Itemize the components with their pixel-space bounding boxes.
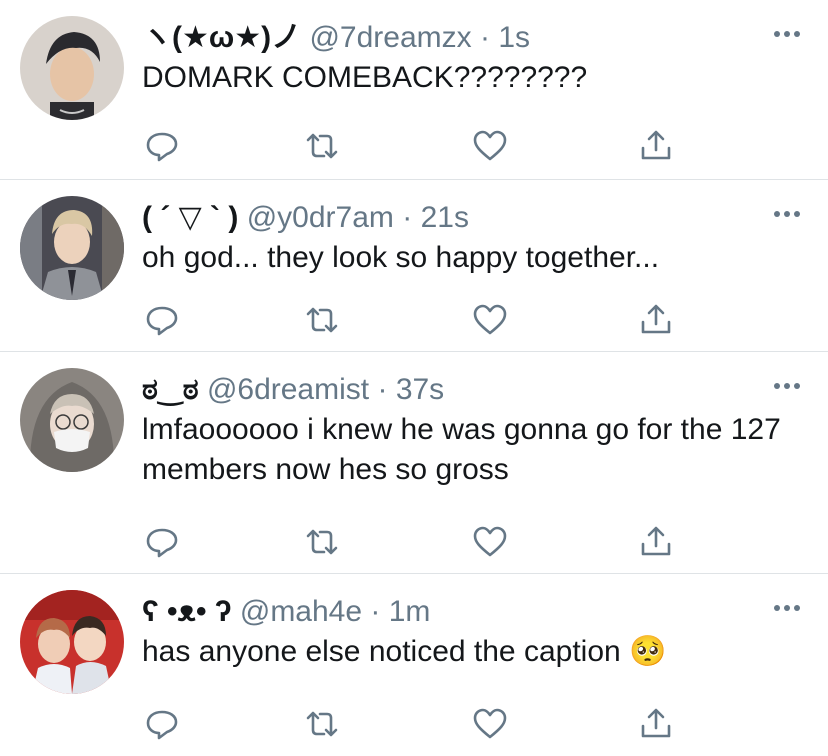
tweet-text: DOMARK COMEBACK???????? — [142, 61, 588, 94]
tweet-text: oh god... they look so happy together... — [142, 241, 660, 274]
like-icon[interactable] — [470, 522, 510, 562]
like-icon[interactable] — [470, 126, 510, 166]
tweet-actions — [142, 522, 682, 562]
more-options-icon[interactable] — [772, 380, 802, 392]
tweet[interactable]: ヽ(★ω★)ノ @7dreamzx · 1s DOMARK COMEBACK??… — [0, 0, 828, 180]
separator-dot: · — [370, 595, 381, 628]
avatar[interactable] — [20, 590, 124, 694]
separator-dot: · — [480, 21, 490, 54]
retweet-icon[interactable] — [302, 704, 342, 744]
reply-icon[interactable] — [142, 300, 182, 340]
retweet-icon[interactable] — [302, 126, 342, 166]
tweet-header: ヽ(★ω★)ノ @7dreamzx · 1s — [142, 18, 530, 58]
tweet-feed: ヽ(★ω★)ノ @7dreamzx · 1s DOMARK COMEBACK??… — [0, 0, 828, 756]
avatar-man-dark-hair-icon — [20, 16, 124, 120]
timestamp[interactable]: 37s — [396, 373, 444, 406]
avatar[interactable] — [20, 196, 124, 300]
tweet-actions — [142, 300, 682, 340]
more-options-icon[interactable] — [772, 28, 802, 40]
timestamp[interactable]: 21s — [421, 201, 469, 234]
share-icon[interactable] — [636, 522, 676, 562]
share-icon[interactable] — [636, 704, 676, 744]
tweet[interactable]: ಠ‿ಠ @6dreamist · 37s lmfaoooooo i knew h… — [0, 352, 828, 574]
display-name[interactable]: ( ´ ▽ ` ) — [142, 201, 238, 234]
tweet[interactable]: ( ´ ▽ ` ) @y0dr7am · 21s oh god... they … — [0, 180, 828, 352]
display-name[interactable]: ʕ •ᴥ• ʔ — [142, 595, 232, 628]
reply-icon[interactable] — [142, 704, 182, 744]
reply-icon[interactable] — [142, 126, 182, 166]
reply-icon[interactable] — [142, 522, 182, 562]
retweet-icon[interactable] — [302, 300, 342, 340]
more-options-icon[interactable] — [772, 602, 802, 614]
tweet-actions — [142, 126, 682, 166]
tweet[interactable]: ʕ •ᴥ• ʔ @mah4e · 1m has anyone else noti… — [0, 574, 828, 756]
tweet-text: lmfaoooooo i knew he was gonna go for th… — [142, 413, 781, 486]
display-name[interactable]: ヽ(★ω★)ノ — [142, 21, 301, 54]
handle[interactable]: @7dreamzx — [309, 21, 471, 54]
tweet-header: ʕ •ᴥ• ʔ @mah4e · 1m — [142, 592, 430, 632]
tweet-header: ( ´ ▽ ` ) @y0dr7am · 21s — [142, 198, 469, 238]
handle[interactable]: @y0dr7am — [247, 201, 394, 234]
like-icon[interactable] — [470, 704, 510, 744]
timestamp[interactable]: 1m — [389, 595, 431, 628]
retweet-icon[interactable] — [302, 522, 342, 562]
handle[interactable]: @6dreamist — [207, 373, 369, 406]
handle[interactable]: @mah4e — [240, 595, 362, 628]
like-icon[interactable] — [470, 300, 510, 340]
avatar-person-mask-icon — [20, 368, 124, 472]
timestamp[interactable]: 1s — [498, 21, 530, 54]
separator-dot: · — [377, 373, 388, 406]
avatar-two-people-red-icon — [20, 590, 124, 694]
tweet-actions — [142, 704, 682, 744]
tweet-text: has anyone else noticed the caption 🥺 — [142, 635, 667, 668]
avatar[interactable] — [20, 16, 124, 120]
share-icon[interactable] — [636, 300, 676, 340]
tweet-header: ಠ‿ಠ @6dreamist · 37s — [142, 370, 444, 410]
more-options-icon[interactable] — [772, 208, 802, 220]
avatar-man-blond-suit-icon — [20, 196, 124, 300]
separator-dot: · — [402, 201, 413, 234]
share-icon[interactable] — [636, 126, 676, 166]
display-name[interactable]: ಠ‿ಠ — [142, 373, 199, 406]
avatar[interactable] — [20, 368, 124, 472]
